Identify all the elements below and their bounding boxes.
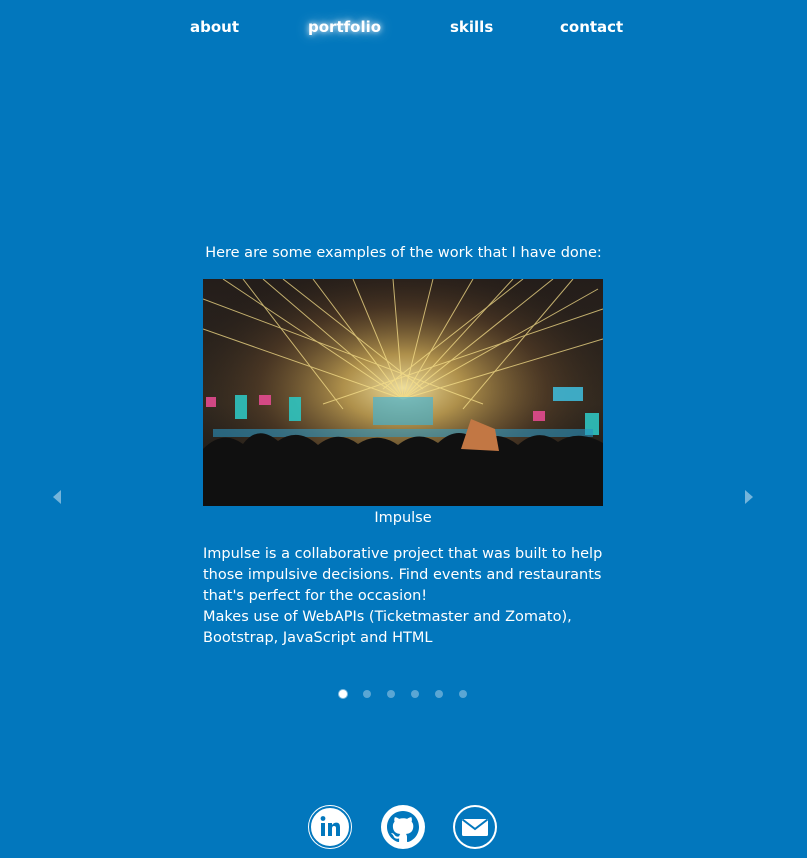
carousel-indicator[interactable] <box>387 690 395 698</box>
caret-right-icon <box>745 490 753 504</box>
description-line: Makes use of WebAPIs (Ticketmaster and Z… <box>203 609 572 646</box>
linkedin-icon <box>309 806 351 848</box>
nav-portfolio[interactable]: portfolio <box>308 17 381 37</box>
portfolio-intro: Here are some examples of the work that … <box>205 245 602 261</box>
carousel-prev-button[interactable] <box>49 488 65 506</box>
nav-about[interactable]: about <box>190 17 239 37</box>
envelope-icon <box>455 807 495 847</box>
description-line: Impulse is a collaborative project that … <box>203 546 603 604</box>
carousel-indicator[interactable] <box>339 690 347 698</box>
slide-caption: Impulse <box>374 510 432 526</box>
caret-left-icon <box>53 490 61 504</box>
carousel-next-button[interactable] <box>741 488 757 506</box>
nav-skills[interactable]: skills <box>450 17 493 37</box>
nav-contact[interactable]: contact <box>560 17 623 37</box>
carousel-indicator[interactable] <box>435 690 443 698</box>
carousel-indicator[interactable] <box>411 690 419 698</box>
concert-lights-image <box>203 279 603 506</box>
linkedin-link[interactable] <box>308 805 352 849</box>
github-link[interactable] <box>381 805 425 849</box>
portfolio-page: about portfolio skills contact Here are … <box>0 0 807 858</box>
carousel-indicator[interactable] <box>363 690 371 698</box>
email-link[interactable] <box>453 805 497 849</box>
carousel-indicator[interactable] <box>459 690 467 698</box>
slide-description: Impulse is a collaborative project that … <box>203 544 603 649</box>
github-icon <box>387 811 419 843</box>
